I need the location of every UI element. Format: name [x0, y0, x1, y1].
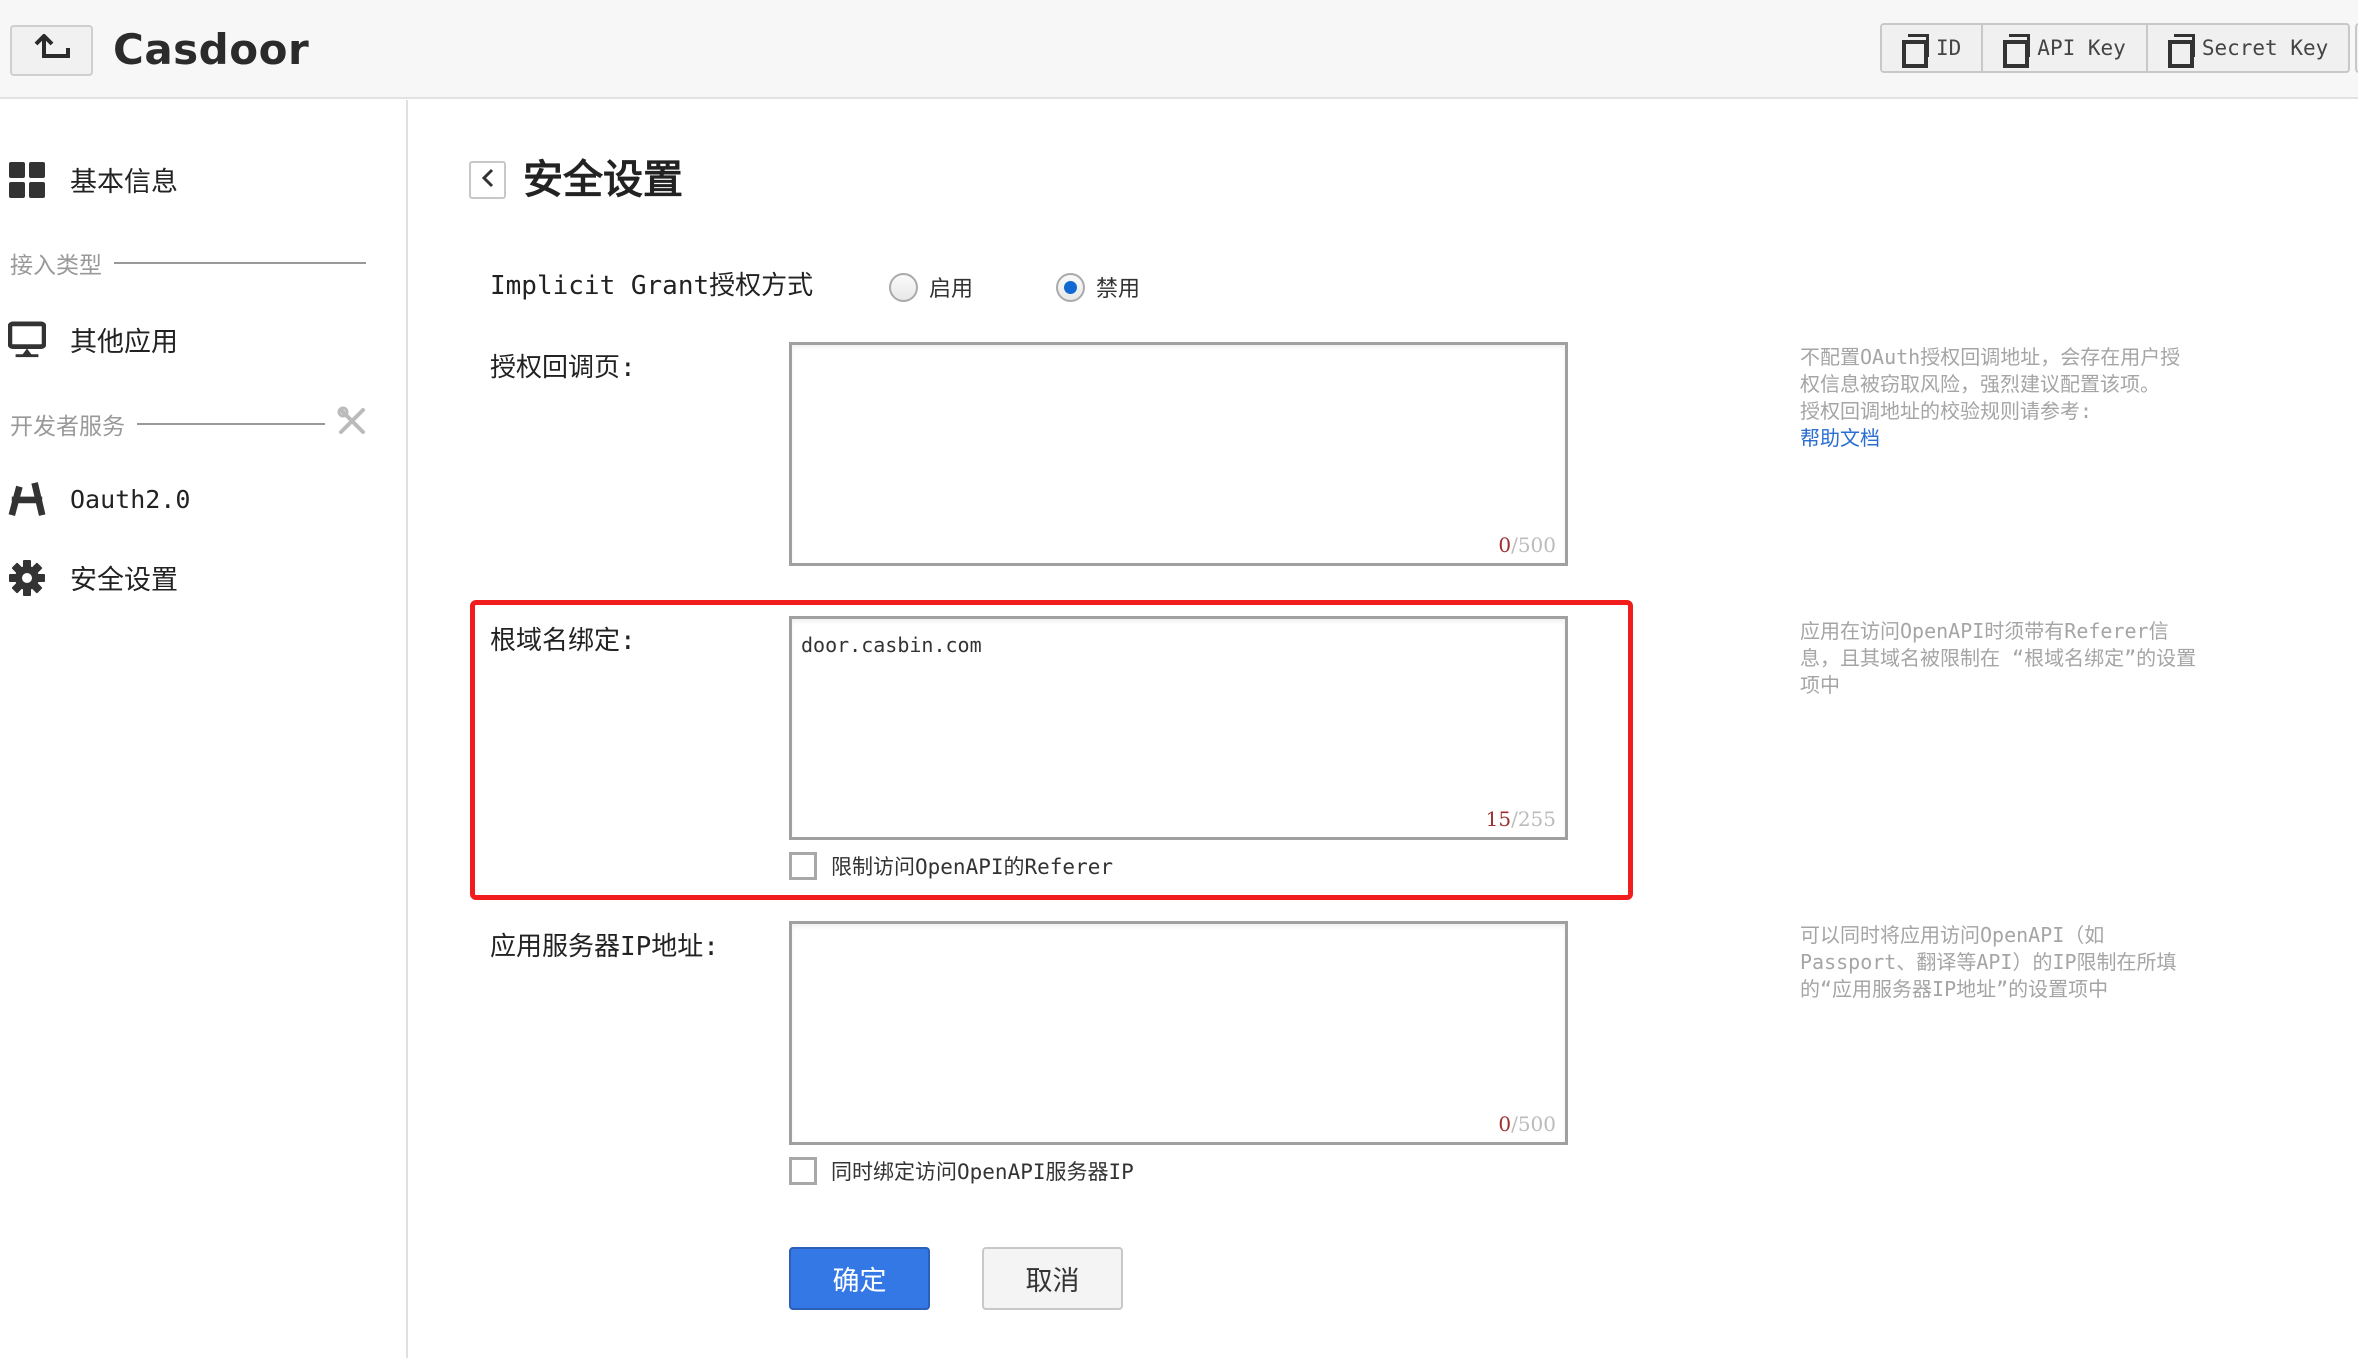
confirm-button[interactable]: 确定	[789, 1247, 930, 1310]
section-developer-services: 开发者服务	[10, 406, 380, 442]
gear-icon	[8, 559, 46, 597]
checkbox-box	[789, 1157, 817, 1185]
return-arrow-icon	[32, 32, 72, 68]
sidebar-item-other-apps[interactable]: 其他应用	[8, 320, 178, 359]
server-ip-textarea-wrap: 0/500	[789, 921, 1568, 1145]
oauth-icon	[8, 480, 46, 518]
callback-label: 授权回调页:	[490, 353, 636, 383]
implicit-grant-label: Implicit Grant授权方式	[490, 271, 814, 301]
tools-icon[interactable]	[337, 406, 367, 442]
domain-textarea-wrap: 15/255	[789, 616, 1568, 840]
copy-secret-key-button[interactable]: Secret Key	[2148, 25, 2348, 71]
return-button[interactable]	[10, 25, 93, 76]
app-brand: Casdoor	[113, 25, 310, 74]
callback-hint-text: 不配置OAuth授权回调地址，会存在用户授权信息被窃取风险，强烈建议配置该项。	[1800, 345, 2181, 396]
section-label: 开发者服务	[10, 414, 125, 440]
sidebar-item-label: 基本信息	[70, 167, 178, 198]
section-divider	[137, 423, 325, 425]
section-label: 接入类型	[10, 253, 102, 279]
domain-textarea[interactable]	[792, 619, 1565, 837]
radio-disable[interactable]: 禁用	[1056, 271, 1140, 303]
callback-hint: 不配置OAuth授权回调地址，会存在用户授权信息被窃取风险，强烈建议配置该项。 …	[1800, 344, 2200, 452]
sidebar-item-label: 安全设置	[70, 565, 178, 596]
checkbox-label: 同时绑定访问OpenAPI服务器IP	[831, 1160, 1134, 1184]
chevron-left-icon	[481, 168, 495, 192]
copy-api-key-button[interactable]: API Key	[1983, 25, 2148, 71]
sidebar-item-label: Oauth2.0	[70, 484, 191, 514]
copy-icon	[2003, 34, 2031, 68]
restrict-referer-checkbox[interactable]: 限制访问OpenAPI的Referer	[789, 851, 1113, 881]
sidebar-item-security[interactable]: 安全设置	[8, 558, 178, 597]
section-divider	[114, 262, 366, 264]
section-access-type: 接入类型	[10, 246, 366, 280]
callback-char-counter: 0/500	[1498, 533, 1556, 557]
domain-char-counter: 15/255	[1485, 807, 1556, 831]
domain-label: 根域名绑定:	[490, 626, 636, 656]
server-ip-hint: 可以同时将应用访问OpenAPI（如Passport、翻译等API）的IP限制在…	[1800, 923, 2177, 1001]
radio-circle-selected	[1056, 272, 1085, 302]
page-back-button[interactable]	[469, 161, 506, 199]
copy-icon	[1902, 34, 1929, 68]
page-title: 安全设置	[523, 157, 683, 203]
server-ip-char-counter: 0/500	[1498, 1112, 1556, 1136]
sidebar-item-label: 其他应用	[70, 327, 178, 358]
copy-api-key-label: API Key	[2037, 36, 2126, 60]
copy-secret-key-label: Secret Key	[2201, 36, 2329, 60]
domain-hint: 应用在访问OpenAPI时须带有Referer信息，且其域名被限制在 “根域名绑…	[1800, 619, 2197, 697]
cancel-button[interactable]: 取消	[982, 1247, 1123, 1310]
bind-server-ip-checkbox[interactable]: 同时绑定访问OpenAPI服务器IP	[789, 1156, 1134, 1186]
callback-textarea-wrap: 0/500	[789, 342, 1568, 566]
sidebar: 基本信息 接入类型 其他应用 开发者服务 Oauth2.0 安全设置	[0, 100, 408, 1358]
grid-icon	[8, 161, 46, 199]
radio-label: 禁用	[1096, 277, 1141, 302]
server-ip-label: 应用服务器IP地址:	[490, 932, 719, 962]
sidebar-item-basic-info[interactable]: 基本信息	[8, 160, 178, 199]
radio-enable[interactable]: 启用	[889, 271, 973, 303]
app-header: Casdoor ID API Key Secret Key	[0, 0, 2358, 99]
callback-hint-rule: 授权回调地址的校验规则请参考:	[1800, 399, 2093, 423]
server-ip-textarea[interactable]	[792, 924, 1565, 1142]
monitor-icon	[8, 320, 46, 359]
copy-icon	[2167, 34, 2195, 68]
radio-circle	[889, 272, 918, 302]
callback-textarea[interactable]	[792, 345, 1565, 563]
copy-id-button[interactable]: ID	[1882, 25, 1984, 71]
sidebar-item-oauth[interactable]: Oauth2.0	[8, 480, 190, 518]
radio-label: 启用	[929, 277, 974, 302]
help-doc-link[interactable]: 帮助文档	[1800, 426, 1880, 450]
checkbox-box	[789, 852, 817, 880]
checkbox-label: 限制访问OpenAPI的Referer	[831, 855, 1114, 879]
copy-id-label: ID	[1936, 36, 1962, 60]
key-button-group: ID API Key Secret Key	[1880, 23, 2351, 73]
